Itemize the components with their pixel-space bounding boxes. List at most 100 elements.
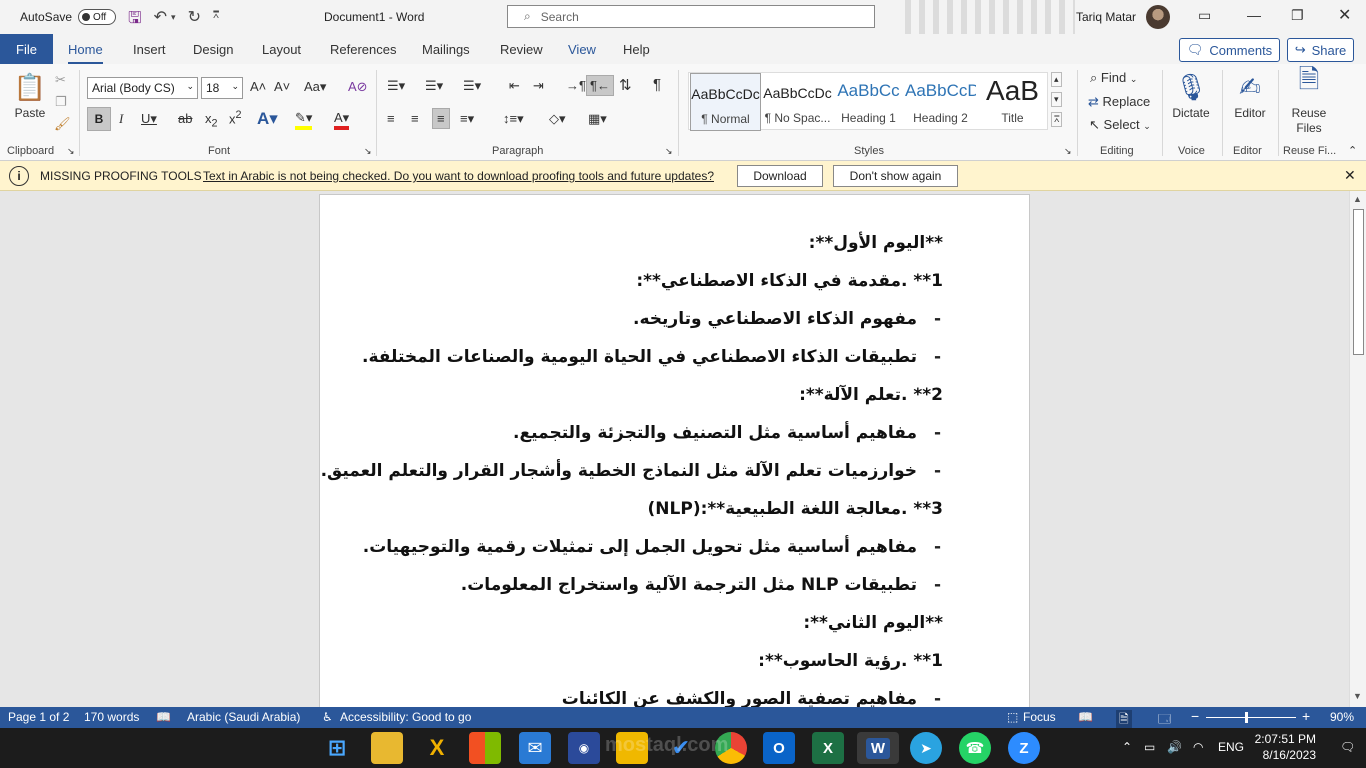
tab-mailings[interactable]: Mailings: [422, 42, 470, 57]
bullet-line[interactable]: تطبيقات الذكاء الاصطناعي في الحياة اليوم…: [362, 347, 917, 367]
accessibility-status[interactable]: Accessibility: Good to go: [340, 710, 471, 724]
undo-dropdown-icon[interactable]: ▾: [171, 12, 176, 34]
change-case-icon[interactable]: Aa▾: [304, 79, 326, 95]
share-button[interactable]: ↪ Share: [1287, 38, 1354, 62]
scroll-thumb[interactable]: [1353, 209, 1364, 355]
autosave-toggle[interactable]: Off: [78, 9, 117, 25]
wifi-icon[interactable]: ◠: [1193, 740, 1203, 754]
decrease-indent-icon[interactable]: ⇤: [509, 78, 520, 94]
search-box[interactable]: ⌕ Search: [507, 5, 875, 28]
replace-button[interactable]: ⇄ Replace: [1088, 94, 1150, 110]
shrink-font-icon[interactable]: A˅: [274, 79, 290, 94]
editor-button[interactable]: ✍ Editor: [1227, 72, 1273, 120]
zoom-slider-thumb[interactable]: [1245, 712, 1248, 723]
show-marks-icon[interactable]: ¶: [653, 76, 661, 93]
tab-view[interactable]: View: [568, 42, 596, 57]
subscript-button[interactable]: x2: [205, 111, 218, 130]
zoom-in-icon[interactable]: +: [1302, 708, 1310, 724]
clipboard-launcher-icon[interactable]: ↘: [67, 146, 75, 157]
borders-icon[interactable]: ▦▾: [588, 111, 607, 127]
numbering-icon[interactable]: ☰▾: [425, 78, 443, 94]
document-page[interactable]: **اليوم الأول**: 1** .مقدمة في الذكاء الا…: [319, 194, 1030, 707]
file-explorer-icon[interactable]: [371, 732, 403, 764]
style-normal[interactable]: AaBbCcDc ¶ Normal: [690, 73, 761, 131]
store-icon[interactable]: [469, 732, 501, 764]
undo-icon[interactable]: ↶: [154, 7, 167, 34]
cut-icon[interactable]: ✂: [55, 72, 66, 88]
clock[interactable]: 2:07:51 PM 8/16/2023: [1254, 731, 1316, 763]
bullet-line[interactable]: مفاهيم أساسية مثل تحويل الجمل إلى تمثيلا…: [363, 537, 917, 557]
bold-button[interactable]: B: [87, 107, 111, 131]
paste-button[interactable]: 📋 Paste: [12, 72, 48, 120]
reuse-files-button[interactable]: 🗎 Reuse Files: [1286, 66, 1332, 136]
proofing-icon[interactable]: 📖: [156, 710, 171, 724]
find-button[interactable]: ⌕ Find ⌄: [1090, 70, 1137, 86]
zoom-slider[interactable]: [1206, 712, 1296, 723]
bullet-line[interactable]: خوارزميات تعلم الآلة مثل النماذج الخطية …: [321, 461, 917, 481]
save-icon[interactable]: 🖫: [128, 7, 142, 34]
underline-button[interactable]: U▾: [141, 111, 157, 127]
tab-layout[interactable]: Layout: [262, 42, 301, 57]
close-icon[interactable]: ✕: [1338, 5, 1351, 25]
align-left-icon[interactable]: ≡: [387, 111, 395, 126]
read-mode-icon[interactable]: 📖: [1078, 710, 1093, 724]
highlight-icon[interactable]: ✎▾: [295, 110, 313, 130]
font-launcher-icon[interactable]: ↘: [364, 146, 372, 157]
styles-launcher-icon[interactable]: ↘: [1064, 146, 1072, 157]
clear-formatting-icon[interactable]: A⊘: [348, 79, 368, 95]
word-icon[interactable]: W: [857, 732, 899, 764]
styles-more-icon[interactable]: ⩞: [1051, 112, 1063, 127]
tab-help[interactable]: Help: [623, 42, 650, 57]
heading-line[interactable]: 3** .معالجة اللغة الطبيعية**:(NLP): [648, 499, 944, 519]
style-heading-2[interactable]: AaBbCcD Heading 2: [905, 73, 976, 131]
comments-button[interactable]: 🗨 Comments: [1179, 38, 1280, 62]
close-icon[interactable]: ✕: [1344, 167, 1356, 184]
scroll-down-icon[interactable]: ▼: [1353, 691, 1362, 701]
word-count[interactable]: 170 words: [84, 710, 139, 724]
heading-line[interactable]: 2** .تعلم الآلة**:: [799, 385, 943, 405]
zoom-app-icon[interactable]: Z: [1008, 732, 1040, 764]
styles-scroll-down-icon[interactable]: ▾: [1051, 92, 1062, 107]
bullet-line[interactable]: تطبيقات NLP مثل الترجمة الآلية واستخراج …: [461, 575, 917, 595]
avatar[interactable]: [1146, 5, 1170, 29]
restore-icon[interactable]: ❐: [1291, 7, 1304, 24]
style-heading-1[interactable]: AaBbCc Heading 1: [833, 73, 904, 131]
bullets-icon[interactable]: ☰▾: [387, 78, 405, 94]
excel-icon[interactable]: X: [812, 732, 844, 764]
copy-icon[interactable]: ❐: [55, 94, 67, 110]
select-button[interactable]: ↖ Select ⌄: [1089, 117, 1151, 133]
user-name[interactable]: Tariq Matar: [1076, 10, 1136, 24]
heading-line[interactable]: **اليوم الثاني**:: [803, 613, 943, 633]
multilevel-list-icon[interactable]: ☰▾: [463, 78, 481, 94]
tab-review[interactable]: Review: [500, 42, 543, 57]
focus-mode[interactable]: Focus: [1023, 710, 1056, 724]
style-title[interactable]: AaB Title: [977, 73, 1048, 131]
mail-icon[interactable]: ✉: [519, 732, 551, 764]
grow-font-icon[interactable]: A˄: [250, 79, 266, 94]
bullet-line[interactable]: مفاهيم أساسية مثل التصنيف والتجزئة والتج…: [513, 423, 917, 443]
justify-icon[interactable]: ≡▾: [460, 111, 474, 127]
vertical-scrollbar[interactable]: ▲ ▼: [1349, 191, 1366, 707]
message-text[interactable]: Text in Arabic is not being checked. Do …: [203, 169, 714, 183]
dont-show-again-button[interactable]: Don't show again: [833, 165, 958, 187]
increase-indent-icon[interactable]: ⇥: [533, 78, 544, 94]
redo-icon[interactable]: ↻: [188, 7, 201, 34]
text-effects-icon[interactable]: A▾: [257, 109, 278, 129]
ribbon-display-icon[interactable]: ▭: [1198, 7, 1211, 24]
bullet-line[interactable]: مفهوم الذكاء الاصطناعي وتاريخه.: [633, 309, 917, 329]
autosave[interactable]: AutoSave Off: [20, 9, 117, 25]
tab-insert[interactable]: Insert: [133, 42, 166, 57]
telegram-icon[interactable]: ➤: [910, 732, 942, 764]
minimize-icon[interactable]: —: [1247, 7, 1261, 23]
chevron-up-icon[interactable]: ⌃: [1122, 740, 1132, 754]
font-size-select[interactable]: 18 ⌄: [201, 77, 243, 99]
volume-icon[interactable]: 🔊: [1167, 740, 1182, 754]
shading-icon[interactable]: ◇▾: [549, 111, 566, 127]
heading-line[interactable]: 1** .مقدمة في الذكاء الاصطناعي**:: [636, 271, 943, 291]
align-center-icon[interactable]: ≡: [411, 111, 419, 126]
bullet-line[interactable]: مفاهيم تصفية الصور والكشف عن الكائنات: [562, 689, 917, 707]
zoom-out-icon[interactable]: −: [1191, 708, 1199, 724]
page-count[interactable]: Page 1 of 2: [8, 710, 69, 724]
tab-home[interactable]: Home: [68, 42, 103, 65]
app-x-icon[interactable]: X: [421, 732, 453, 764]
